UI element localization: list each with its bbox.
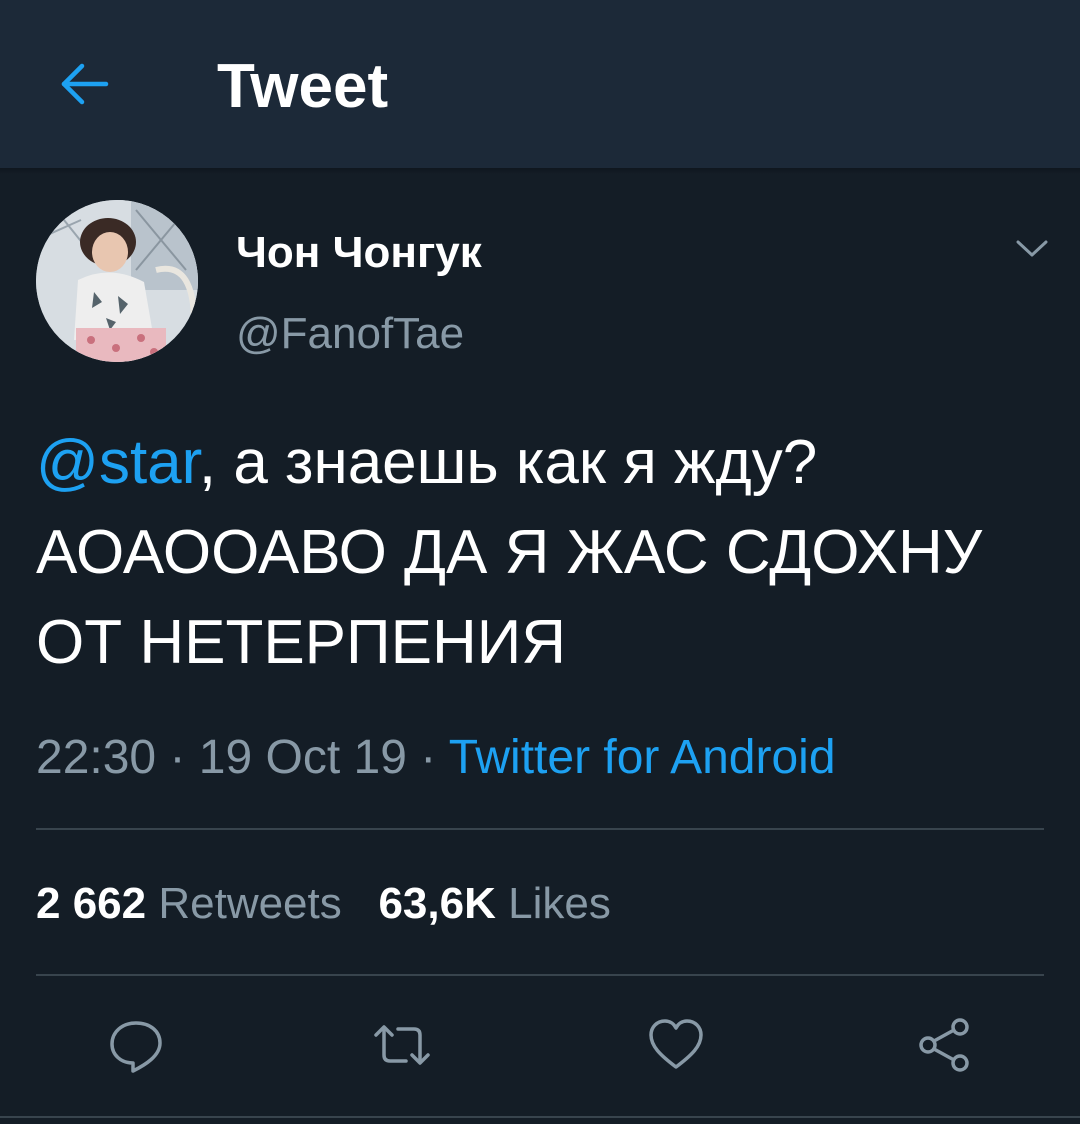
avatar[interactable] — [36, 200, 198, 362]
meta-separator: · — [156, 731, 199, 784]
retweet-button[interactable] — [370, 1010, 434, 1080]
tweet-text: @star, а знаешь как я жду? АОАООАВО ДА Я… — [36, 418, 1046, 688]
mention-link[interactable]: @star — [36, 428, 199, 497]
tweet-meta: 22:30 · 19 Oct 19 · Twitter for Android — [36, 726, 836, 790]
header-shadow — [0, 168, 1080, 174]
page-title: Tweet — [217, 52, 389, 121]
tweet-date: 19 Oct 19 — [198, 731, 407, 784]
chevron-down-icon — [1016, 240, 1048, 257]
back-button[interactable] — [48, 52, 120, 116]
reply-icon — [110, 1021, 162, 1073]
share-icon — [919, 1018, 969, 1072]
divider — [36, 974, 1044, 976]
tweet-time: 22:30 — [36, 731, 157, 784]
user-handle[interactable]: @FanofTae — [236, 306, 464, 362]
likes-count: 63,6K — [378, 879, 496, 928]
retweets-label: Retweets — [158, 879, 342, 928]
tweet-options-button[interactable] — [1008, 224, 1056, 272]
arrow-left-icon — [61, 63, 109, 105]
meta-separator: · — [406, 731, 449, 784]
divider — [36, 828, 1044, 830]
retweets-stat[interactable]: 2 662 Retweets — [36, 879, 342, 928]
likes-stat[interactable]: 63,6K Likes — [378, 879, 610, 928]
tweet-source-link[interactable]: Twitter for Android — [449, 731, 836, 784]
like-icon — [649, 1019, 703, 1069]
tweet-stats: 2 662 Retweets 63,6K Likes — [36, 874, 611, 934]
reply-button[interactable] — [104, 1010, 168, 1080]
action-bar — [0, 1010, 1080, 1080]
retweets-count: 2 662 — [36, 879, 147, 928]
share-button[interactable] — [912, 1010, 976, 1080]
top-app-bar: Tweet — [0, 0, 1080, 168]
avatar-photo — [36, 200, 198, 362]
retweet-icon — [374, 1025, 430, 1065]
display-name[interactable]: Чон Чонгук — [236, 225, 482, 281]
likes-label: Likes — [508, 879, 611, 928]
like-button[interactable] — [644, 1010, 708, 1080]
tweet-detail-screen: Tweet Чон Чонгук @FanofTae @star, а знае… — [0, 0, 1080, 1124]
bottom-divider — [0, 1116, 1080, 1118]
